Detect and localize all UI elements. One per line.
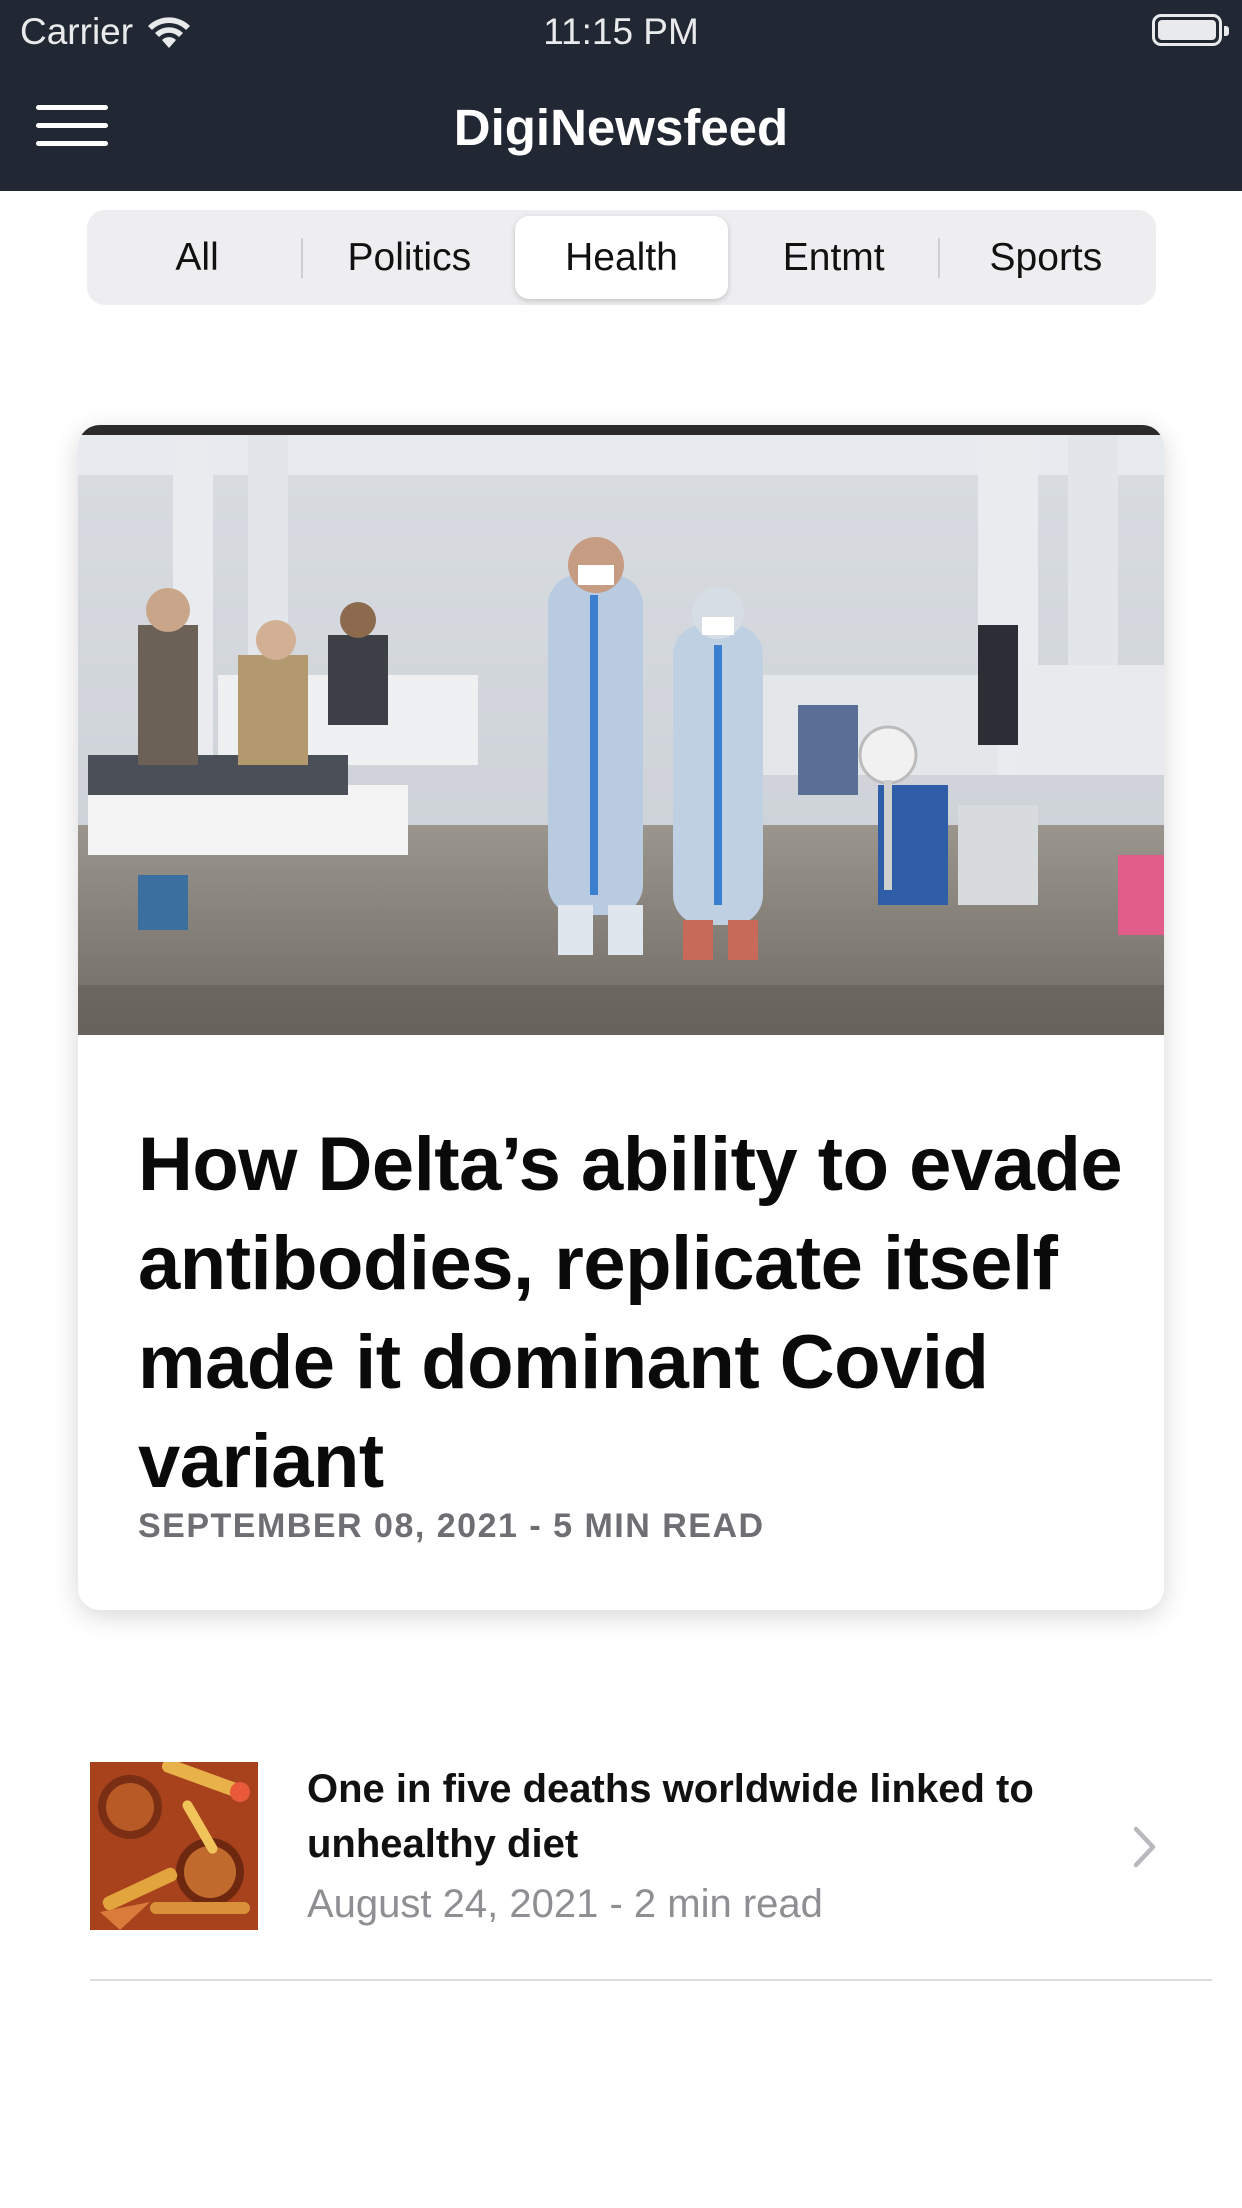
list-separator [90, 1979, 1212, 1981]
article-meta: August 24, 2021 - 2 min read [307, 1882, 823, 1926]
hospital-ward-photo [78, 425, 1164, 1035]
chevron-right-icon [1133, 1826, 1156, 1868]
featured-article-meta: SEPTEMBER 08, 2021 - 5 MIN READ [138, 1507, 765, 1545]
battery-icon [1152, 14, 1229, 46]
navigation-bar: DigiNewsfeed [0, 62, 1242, 191]
article-title: One in five deaths worldwide linked to u… [307, 1767, 1034, 1866]
tab-health[interactable]: Health [515, 216, 728, 299]
tab-all[interactable]: All [91, 216, 304, 299]
category-segmented-control: All Politics Health Entmt Sports [87, 210, 1156, 305]
fast-food-photo [90, 1762, 258, 1930]
featured-article-card[interactable]: How Delta’s ability to evade antibodies,… [78, 425, 1164, 1610]
app-title: DigiNewsfeed [453, 99, 789, 156]
list-item[interactable]: One in five deaths worldwide linked to u… [90, 1740, 1212, 1980]
featured-article-title: How Delta’s ability to evade antibodies,… [138, 1122, 1123, 1504]
status-bar: Carrier 11:15 PM [0, 0, 1242, 62]
tab-sports[interactable]: Sports [940, 216, 1152, 299]
tab-politics[interactable]: Politics [303, 216, 515, 299]
tab-entmt[interactable]: Entmt [728, 216, 941, 299]
status-time: 11:15 PM [543, 11, 699, 52]
app-header: Carrier 11:15 PM DigiNewsfeed [0, 0, 1242, 191]
